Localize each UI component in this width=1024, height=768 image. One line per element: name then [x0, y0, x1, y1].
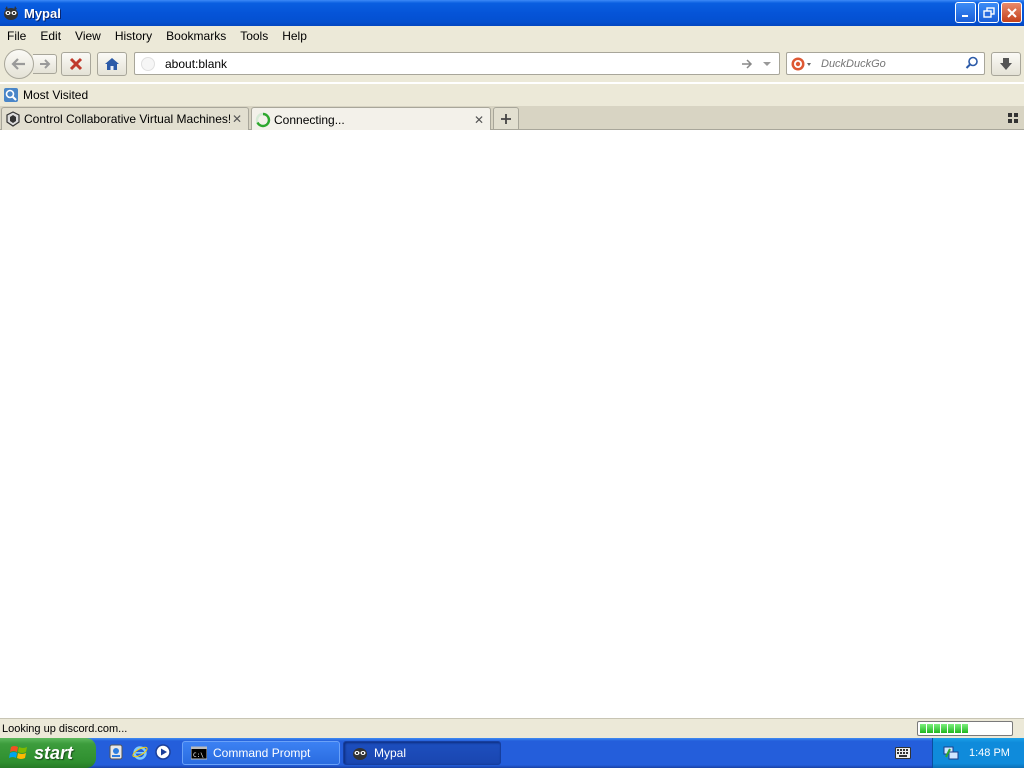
url-input[interactable]: about:blank: [165, 57, 739, 71]
back-button[interactable]: [4, 49, 34, 79]
magnifier-icon: [965, 56, 978, 69]
quicklaunch-internet-explorer[interactable]: [131, 743, 149, 761]
menu-bookmarks[interactable]: Bookmarks: [159, 29, 233, 43]
url-history-dropdown[interactable]: [761, 61, 773, 67]
bookmark-label: Most Visited: [23, 88, 89, 102]
taskbar: start C:\ Command Prompt Mypal 1:48 PM: [0, 738, 1024, 768]
search-button[interactable]: [965, 56, 979, 73]
quicklaunch-messenger[interactable]: [107, 743, 125, 761]
system-tray: 1:48 PM: [932, 738, 1024, 768]
close-icon: [1006, 7, 1017, 18]
menu-view[interactable]: View: [68, 29, 108, 43]
arrow-left-icon: [11, 58, 25, 70]
tab-collabvm[interactable]: Control Collaborative Virtual Machines! …: [1, 107, 249, 130]
collabvm-icon: [5, 111, 21, 127]
bookmark-most-visited[interactable]: Most Visited: [3, 87, 88, 103]
bookmarks-toolbar: Most Visited: [0, 84, 1024, 106]
tab-strip: Control Collaborative Virtual Machines! …: [0, 106, 1024, 131]
messenger-icon: [109, 744, 123, 760]
language-bar-button[interactable]: [894, 744, 912, 762]
list-all-tabs-button[interactable]: [1006, 111, 1020, 125]
forward-button[interactable]: [33, 54, 57, 74]
download-arrow-icon: [1000, 58, 1012, 70]
go-arrow-icon: [742, 58, 753, 69]
navigation-toolbar: about:blank: [0, 46, 1024, 82]
menu-file[interactable]: File: [0, 29, 33, 43]
progress-segment: [927, 724, 933, 733]
chevron-down-icon: [763, 61, 771, 66]
keyboard-icon: [895, 747, 911, 759]
task-label: Mypal: [374, 746, 407, 760]
menu-help[interactable]: Help: [275, 29, 314, 43]
search-bar[interactable]: [786, 52, 985, 75]
mypal-raccoon-icon: [353, 748, 367, 760]
tab-label: Connecting...: [274, 112, 345, 127]
new-tab-button[interactable]: [493, 107, 519, 130]
status-text: Looking up discord.com...: [2, 722, 128, 735]
minimize-icon: [962, 15, 968, 17]
url-bar[interactable]: about:blank: [134, 52, 780, 75]
page-identity-icon[interactable]: [141, 56, 155, 71]
windows-flag-icon: [9, 746, 27, 759]
restore-button[interactable]: [978, 2, 999, 23]
progress-segment: [941, 724, 947, 733]
minimize-button[interactable]: [955, 2, 976, 23]
tab-connecting[interactable]: Connecting... ✕: [251, 107, 491, 131]
downloads-button[interactable]: [991, 52, 1021, 76]
taskbar-button-command-prompt[interactable]: C:\ Command Prompt: [182, 741, 340, 765]
search-engine-selector[interactable]: [787, 53, 815, 74]
menu-bar: File Edit View History Bookmarks Tools H…: [0, 26, 1024, 46]
command-prompt-icon: C:\: [191, 746, 207, 760]
start-label: start: [34, 742, 74, 763]
loading-spinner-icon: [255, 112, 271, 128]
clock[interactable]: 1:48 PM: [969, 747, 1010, 759]
window-titlebar[interactable]: Mypal: [0, 0, 1024, 26]
start-button[interactable]: start: [0, 738, 96, 768]
progress-meter: [917, 721, 1013, 736]
plus-icon: [501, 113, 511, 124]
task-label: Command Prompt: [213, 746, 311, 760]
media-player-icon: [155, 744, 171, 760]
menu-edit[interactable]: Edit: [33, 29, 68, 43]
menu-tools[interactable]: Tools: [233, 29, 275, 43]
menu-history[interactable]: History: [108, 29, 159, 43]
restore-icon: [982, 6, 995, 18]
arrow-right-icon: [39, 59, 50, 69]
internet-explorer-icon: [132, 746, 148, 760]
window-controls: [955, 2, 1022, 23]
stop-button[interactable]: [61, 52, 91, 76]
progress-segment: [948, 724, 954, 733]
progress-segment: [920, 724, 926, 733]
go-button[interactable]: [739, 58, 755, 69]
status-bar: Looking up discord.com...: [0, 718, 1024, 738]
page-content[interactable]: [0, 130, 1024, 718]
window-title: Mypal: [24, 5, 61, 21]
network-icon[interactable]: [943, 745, 959, 761]
progress-segment: [962, 724, 968, 733]
progress-segment: [955, 724, 961, 733]
home-icon: [105, 58, 119, 70]
taskbar-button-mypal[interactable]: Mypal: [343, 741, 501, 765]
search-input[interactable]: [821, 57, 961, 70]
quicklaunch-media-player[interactable]: [154, 743, 172, 761]
most-visited-icon: [4, 88, 18, 102]
home-button[interactable]: [97, 52, 127, 76]
back-forward-group: [4, 49, 60, 79]
stop-x-icon: [69, 57, 83, 71]
close-button[interactable]: [1001, 2, 1022, 23]
tab-label: Control Collaborative Virtual Machines!: [24, 112, 230, 126]
tab-close-button[interactable]: ✕: [472, 113, 486, 127]
progress-segment: [934, 724, 940, 733]
duckduckgo-icon: [791, 57, 811, 70]
tab-close-button[interactable]: ✕: [230, 112, 244, 126]
grid-icon: [1008, 113, 1018, 123]
svg-text:C:\: C:\: [193, 752, 204, 759]
mypal-raccoon-icon: [4, 6, 18, 20]
